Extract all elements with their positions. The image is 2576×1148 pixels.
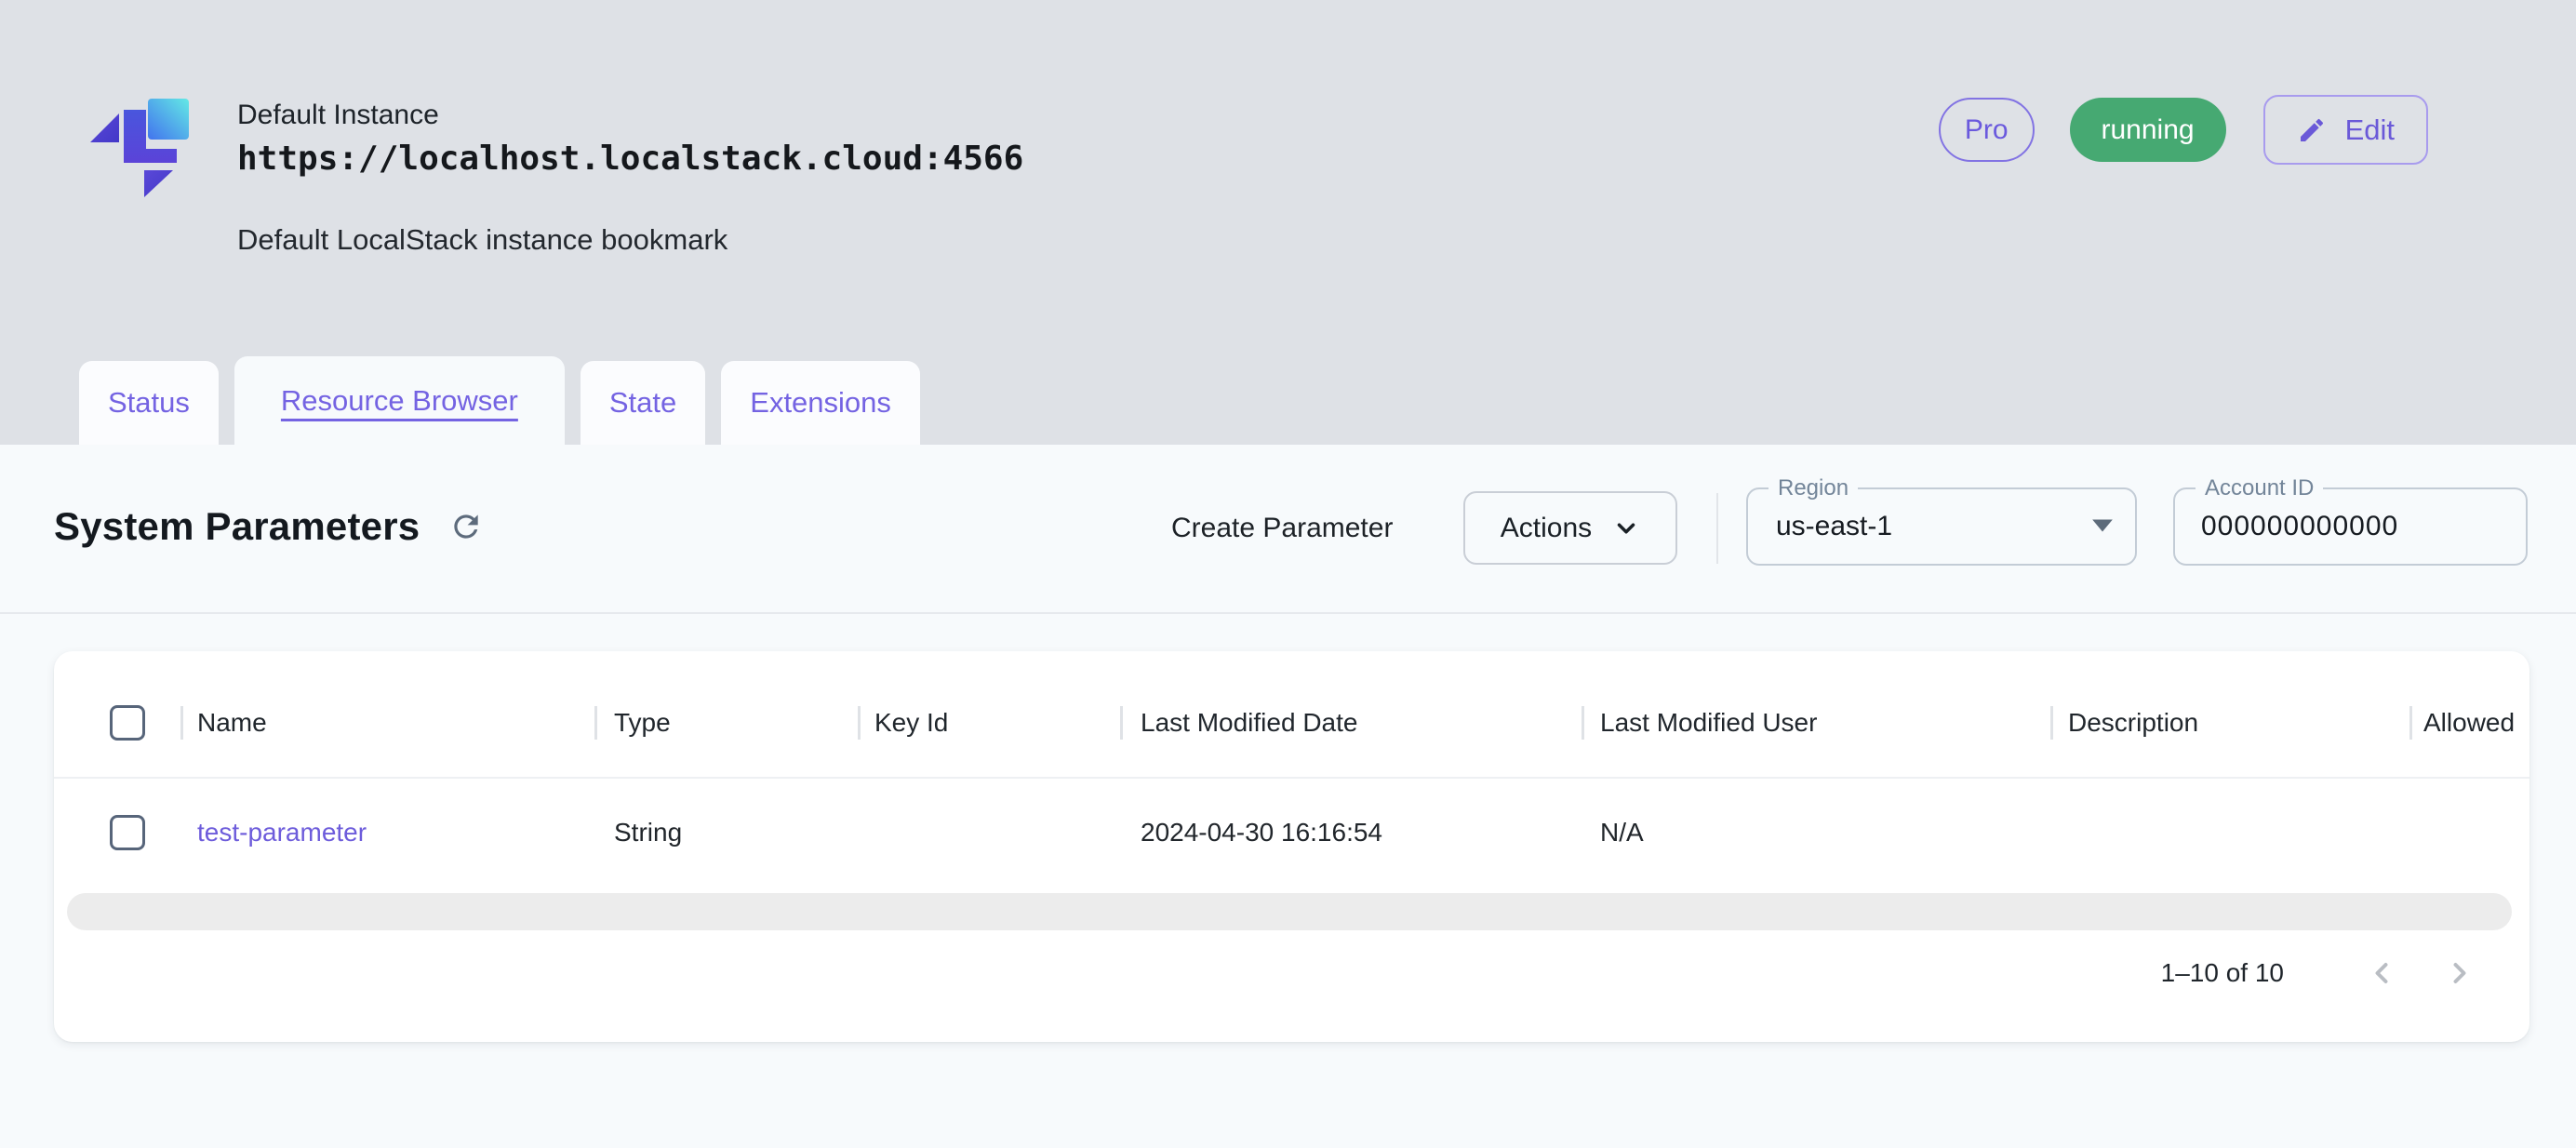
column-header-last-modified-user[interactable]: Last Modified User	[1600, 705, 1817, 741]
next-page-button[interactable]	[2431, 947, 2489, 999]
cell-last-modified-user: N/A	[1600, 815, 1644, 850]
region-value: us-east-1	[1748, 511, 1892, 542]
table-header-divider	[54, 777, 2529, 779]
row-checkbox[interactable]	[110, 815, 145, 850]
column-resize-handle[interactable]	[2050, 706, 2053, 740]
create-parameter-button[interactable]: Create Parameter	[1171, 508, 1393, 549]
header-badges: Pro running Edit	[1939, 95, 2428, 165]
pagination: 1–10 of 10	[54, 947, 2529, 999]
column-resize-handle[interactable]	[2409, 706, 2412, 740]
chevron-down-icon	[1612, 514, 1640, 542]
region-select[interactable]: Region us-east-1	[1746, 487, 2137, 566]
status-badge: running	[2070, 98, 2226, 162]
instance-url: https://localhost.localstack.cloud:4566	[237, 136, 1023, 182]
refresh-icon	[448, 509, 484, 544]
account-id-field: Account ID	[2173, 487, 2528, 566]
column-header-description[interactable]: Description	[2068, 705, 2198, 741]
plan-badge: Pro	[1939, 98, 2035, 162]
actions-button-label: Actions	[1501, 513, 1592, 544]
tab-resource-browser[interactable]: Resource Browser	[234, 356, 565, 445]
actions-button[interactable]: Actions	[1463, 491, 1677, 565]
resource-browser-panel: System Parameters Create Parameter Actio…	[0, 445, 2576, 1148]
pagination-range: 1–10 of 10	[2161, 958, 2284, 988]
column-resize-handle[interactable]	[594, 706, 597, 740]
instance-title: Default Instance	[237, 97, 1023, 134]
chevron-left-icon	[2365, 956, 2398, 990]
account-id-label: Account ID	[2196, 474, 2323, 502]
select-all-checkbox[interactable]	[110, 705, 145, 741]
toolbar-divider	[1716, 493, 1718, 564]
edit-button-label: Edit	[2345, 113, 2395, 147]
parameters-table-card: Name Type Key Id Last Modified Date Last…	[54, 651, 2529, 1042]
column-resize-handle[interactable]	[1120, 706, 1123, 740]
pencil-icon	[2297, 115, 2327, 145]
column-header-name[interactable]: Name	[197, 705, 267, 741]
column-resize-handle[interactable]	[858, 706, 861, 740]
region-label: Region	[1768, 474, 1858, 502]
column-resize-handle[interactable]	[1582, 706, 1584, 740]
parameter-name-link[interactable]: test-parameter	[197, 815, 367, 850]
tab-extensions[interactable]: Extensions	[721, 361, 920, 445]
instance-header: Default Instance https://localhost.local…	[0, 0, 2576, 445]
parameters-toolbar: System Parameters Create Parameter Actio…	[0, 445, 2576, 614]
instance-tabs: Status Resource Browser State Extensions	[79, 356, 920, 445]
tab-status[interactable]: Status	[79, 361, 219, 445]
column-header-last-modified-date[interactable]: Last Modified Date	[1141, 705, 1357, 741]
chevron-right-icon	[2443, 956, 2476, 990]
column-header-key-id[interactable]: Key Id	[874, 705, 948, 741]
previous-page-button[interactable]	[2353, 947, 2410, 999]
refresh-button[interactable]	[446, 506, 487, 547]
horizontal-scrollbar-thumb[interactable]	[67, 893, 2512, 930]
dropdown-arrow-icon	[2090, 517, 2115, 539]
column-resize-handle[interactable]	[180, 706, 183, 740]
localstack-logo	[82, 86, 198, 216]
page-title: System Parameters	[54, 504, 420, 549]
cell-type: String	[614, 815, 682, 850]
tab-state[interactable]: State	[581, 361, 705, 445]
cell-last-modified-date: 2024-04-30 16:16:54	[1141, 815, 1382, 850]
instance-description: Default LocalStack instance bookmark	[237, 221, 1023, 259]
column-header-type[interactable]: Type	[614, 705, 671, 741]
column-header-allowed[interactable]: Allowed	[2423, 705, 2515, 741]
edit-button[interactable]: Edit	[2263, 95, 2428, 165]
